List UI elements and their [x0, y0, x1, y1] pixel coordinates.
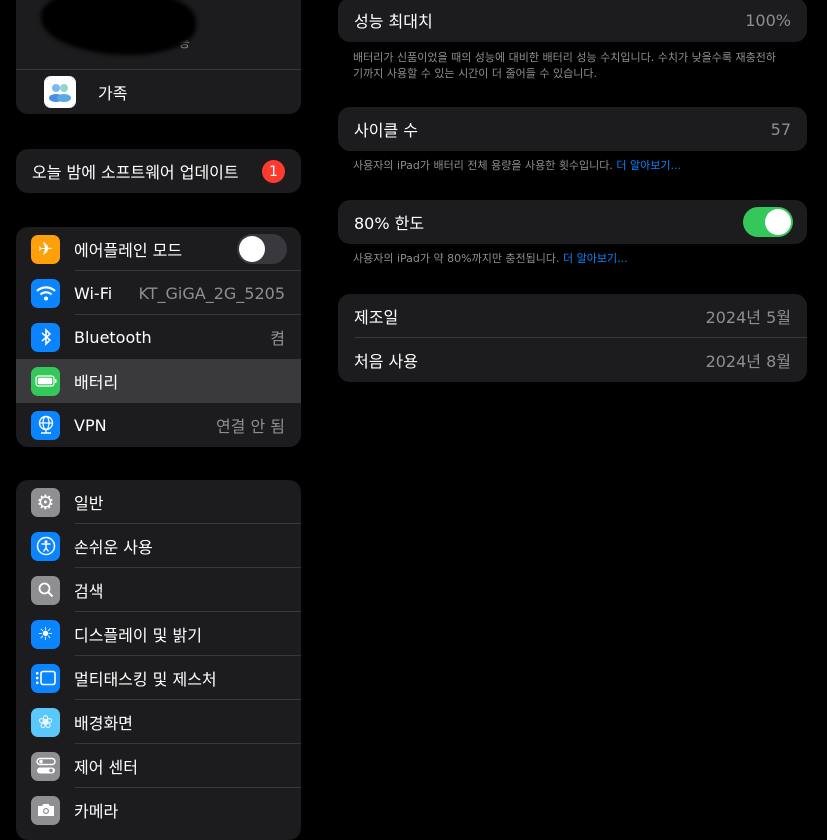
- connectivity-group: ✈ 에어플레인 모드 Wi-Fi KT_GiGA_2G_5205 Bluetoo…: [16, 227, 301, 447]
- sidebar-item-display[interactable]: ☀ 디스플레이 및 밝기: [16, 612, 301, 656]
- account-group: ...iCloud+ 등 가족: [16, 0, 301, 114]
- sidebar-item-control-center[interactable]: 제어 센터: [16, 744, 301, 788]
- family-label: 가족: [98, 84, 128, 103]
- cycle-note-text: 사용자의 iPad가 배터리 전체 용량을 사용한 횟수입니다.: [353, 159, 613, 172]
- sidebar-item-search[interactable]: 검색: [16, 568, 301, 612]
- sidebar-item-general[interactable]: ⚙ 일반: [16, 480, 301, 524]
- max-capacity-note-text: 배터리가 신품이었을 때의 성능에 대비한 배터리 성능 수치입니다. 수치가 …: [353, 51, 777, 80]
- sidebar-item-wallpaper[interactable]: ❀ 배경화면: [16, 700, 301, 744]
- limit-learn-more-link[interactable]: 더 알아보기...: [563, 252, 628, 265]
- apple-account-row[interactable]: ...iCloud+ 등: [16, 0, 301, 70]
- cycle-count-card: 사이클 수 57: [338, 107, 807, 151]
- update-badge: 1: [262, 160, 285, 183]
- control-center-icon: [31, 751, 60, 781]
- accessibility-icon: [31, 531, 60, 561]
- wallpaper-icon: ❀: [31, 707, 60, 737]
- sidebar-item-multitasking[interactable]: 멀티태스킹 및 제스처: [16, 656, 301, 700]
- airplane-label: 에어플레인 모드: [74, 241, 183, 260]
- gear-icon: ⚙: [31, 487, 60, 517]
- software-update-row[interactable]: 오늘 밤에 소프트웨어 업데이트 1: [16, 149, 301, 193]
- family-row[interactable]: 가족: [16, 70, 301, 114]
- search-icon: [31, 575, 60, 605]
- camera-icon: [31, 795, 60, 825]
- vpn-value: 연결 안 됨: [215, 417, 285, 436]
- redacted-scribble: [41, 0, 196, 55]
- search-label: 검색: [74, 582, 104, 601]
- dates-card: 제조일 2024년 5월 처음 사용 2024년 8월: [338, 294, 807, 382]
- brightness-icon: ☀: [31, 619, 60, 649]
- general-label: 일반: [74, 494, 104, 513]
- vpn-label: VPN: [74, 415, 107, 435]
- max-capacity-card: 성능 최대치 100%: [338, 0, 807, 42]
- wallpaper-label: 배경화면: [74, 714, 133, 733]
- max-capacity-value: 100%: [745, 10, 791, 30]
- control-center-label: 제어 센터: [74, 758, 138, 777]
- limit-card: 80% 한도: [338, 200, 807, 244]
- airplane-toggle[interactable]: [237, 234, 287, 264]
- software-update-label: 오늘 밤에 소프트웨어 업데이트: [32, 163, 239, 182]
- display-label: 디스플레이 및 밝기: [74, 626, 202, 645]
- general-group: ⚙ 일반 손쉬운 사용 검색 ☀ 디스플레이 및 밝기 멀티태스킹 및 제스처 …: [16, 480, 301, 840]
- battery-label: 배터리: [74, 373, 119, 392]
- limit-note-text: 사용자의 iPad가 약 80%까지만 충전됩니다.: [353, 252, 560, 265]
- sidebar-item-wifi[interactable]: Wi-Fi KT_GiGA_2G_5205: [16, 271, 301, 315]
- limit-label: 80% 한도: [354, 214, 425, 233]
- first-use-label: 처음 사용: [354, 352, 418, 371]
- cycle-count-note: 사용자의 iPad가 배터리 전체 용량을 사용한 횟수입니다. 더 알아보기.…: [353, 158, 783, 174]
- sidebar-item-battery[interactable]: 배터리: [16, 359, 301, 403]
- cycle-count-value: 57: [770, 119, 791, 139]
- multitasking-label: 멀티태스킹 및 제스처: [74, 670, 217, 689]
- airplane-icon: ✈: [31, 234, 60, 264]
- battery-icon: [31, 366, 60, 396]
- bluetooth-icon: [31, 322, 60, 352]
- accessibility-label: 손쉬운 사용: [74, 538, 153, 557]
- bluetooth-label: Bluetooth: [74, 327, 152, 347]
- cycle-count-label: 사이클 수: [354, 121, 418, 140]
- sidebar-item-camera[interactable]: 카메라: [16, 788, 301, 832]
- sidebar-item-accessibility[interactable]: 손쉬운 사용: [16, 524, 301, 568]
- wifi-icon: [31, 278, 60, 308]
- manufacture-label: 제조일: [354, 308, 399, 327]
- limit-note: 사용자의 iPad가 약 80%까지만 충전됩니다. 더 알아보기...: [353, 251, 783, 267]
- max-capacity-label: 성능 최대치: [354, 12, 433, 31]
- multitasking-icon: [31, 663, 60, 693]
- wifi-label: Wi-Fi: [74, 283, 113, 303]
- camera-label: 카메라: [74, 802, 119, 821]
- sidebar-item-vpn[interactable]: VPN 연결 안 됨: [16, 403, 301, 447]
- manufacture-value: 2024년 5월: [705, 308, 791, 327]
- first-use-value: 2024년 8월: [705, 352, 791, 371]
- bluetooth-value: 켬: [270, 329, 285, 348]
- max-capacity-note: 배터리가 신품이었을 때의 성능에 대비한 배터리 성능 수치입니다. 수치가 …: [353, 50, 783, 82]
- wifi-value: KT_GiGA_2G_5205: [138, 283, 285, 303]
- vpn-globe-icon: [31, 410, 60, 440]
- sidebar-item-bluetooth[interactable]: Bluetooth 켬: [16, 315, 301, 359]
- sidebar-item-airplane[interactable]: ✈ 에어플레인 모드: [16, 227, 301, 271]
- limit-toggle[interactable]: [743, 207, 793, 237]
- family-icon: [44, 76, 76, 108]
- cycle-learn-more-link[interactable]: 더 알아보기...: [616, 159, 681, 172]
